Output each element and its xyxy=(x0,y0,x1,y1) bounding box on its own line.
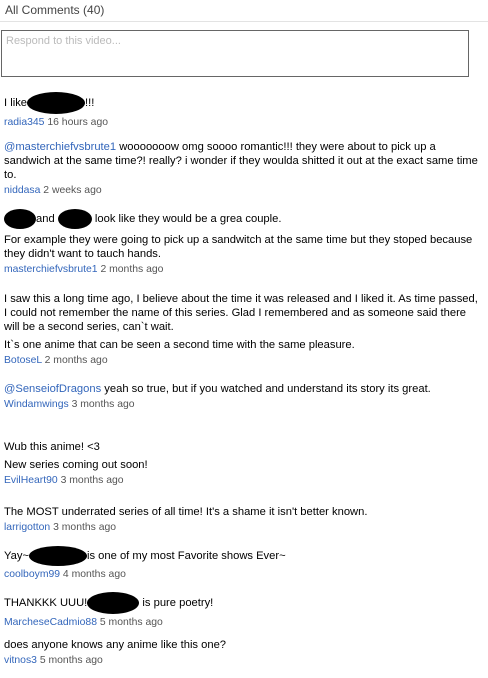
redaction-blot xyxy=(57,209,92,229)
comment-meta: larrigotton 3 months ago xyxy=(4,521,482,534)
comment-author-link[interactable]: BotoseL xyxy=(4,355,42,366)
comment: @SenseiofDragons yeah so true, but if yo… xyxy=(4,382,482,411)
comments-title: All Comments (40) xyxy=(5,3,105,17)
comment-time: 16 hours ago xyxy=(47,117,109,128)
comment-meta: BotoseL 2 months ago xyxy=(4,354,482,367)
comment-author-link[interactable]: vitnos3 xyxy=(4,655,37,666)
comment-time: 4 months ago xyxy=(62,569,126,580)
comment-author-link[interactable]: Windamwings xyxy=(4,399,69,410)
comment-author-link[interactable]: coolboym99 xyxy=(4,569,60,580)
redaction-blot xyxy=(28,546,87,566)
comment-meta: radia345 16 hours ago xyxy=(4,116,482,129)
comment-time: 5 months ago xyxy=(99,617,163,628)
comment: Yay~ is one of my most Favorite shows Eve… xyxy=(4,546,482,581)
comment-text: @masterchiefvsbrute1 wooooooow omg soooo… xyxy=(4,141,478,181)
comment-text: Wub this anime! <3 xyxy=(4,441,100,453)
comment-meta: EvilHeart90 3 months ago xyxy=(4,474,482,487)
respond-placeholder: Respond to this video... xyxy=(6,35,121,47)
comment-text: Yay~ is one of my most Favorite shows Eve… xyxy=(4,546,482,566)
comment-text: New series coming out soon! xyxy=(4,459,148,471)
comment-time: 3 months ago xyxy=(53,522,117,533)
comment-time: 2 months ago xyxy=(100,264,164,275)
redaction-blot xyxy=(4,209,36,229)
comment-meta: Windamwings 3 months ago xyxy=(4,398,482,411)
comment: The MOST underrated series of all time! … xyxy=(4,505,482,534)
comment: @masterchiefvsbrute1 wooooooow omg soooo… xyxy=(4,140,482,197)
comment-text: THANKKK UUU! is pure poetry! xyxy=(4,592,482,614)
respond-input[interactable]: Respond to this video... xyxy=(1,30,469,77)
comment-author-link[interactable]: EvilHeart90 xyxy=(4,475,58,486)
comment-text: It`s one anime that can be seen a second… xyxy=(4,339,355,351)
redaction-blot xyxy=(87,592,140,614)
comment-text: For example they were going to pick up a… xyxy=(4,234,473,260)
comment-text: @SenseiofDragons yeah so true, but if yo… xyxy=(4,383,431,395)
redaction-blot xyxy=(27,92,86,114)
comment-text: I like!!! xyxy=(4,92,482,114)
mention-link[interactable]: @masterchiefvsbrute1 xyxy=(4,141,116,153)
comment-meta: niddasa 2 weeks ago xyxy=(4,184,482,197)
comment-time: 5 months ago xyxy=(39,655,103,666)
comment-time: 3 months ago xyxy=(60,475,124,486)
comment-author-link[interactable]: niddasa xyxy=(4,185,40,196)
comment-time: 3 months ago xyxy=(71,399,135,410)
comment-text: I saw this a long time ago, I believe ab… xyxy=(4,293,478,333)
comment: does anyone knows any anime like this on… xyxy=(4,638,482,667)
comment: THANKKK UUU! is pure poetry! MarcheseCad… xyxy=(4,592,482,629)
comment-time: 2 weeks ago xyxy=(43,185,102,196)
comment-author-link[interactable]: larrigotton xyxy=(4,522,50,533)
comment-meta: MarcheseCadmio88 5 months ago xyxy=(4,616,482,629)
comment: and look like they would be a grea coupl… xyxy=(4,209,482,276)
comment-author-link[interactable]: radia345 xyxy=(4,117,44,128)
comment-text: does anyone knows any anime like this on… xyxy=(4,639,227,651)
comment: I like!!! radia345 16 hours ago xyxy=(4,92,482,129)
comment-author-link[interactable]: masterchiefvsbrute1 xyxy=(4,264,98,275)
comment-time: 2 months ago xyxy=(44,355,108,366)
comment-meta: coolboym99 4 months ago xyxy=(4,568,482,581)
comment-meta: vitnos3 5 months ago xyxy=(4,654,482,667)
mention-link[interactable]: @SenseiofDragons xyxy=(4,383,101,395)
comment-text: The MOST underrated series of all time! … xyxy=(4,506,368,518)
comments-header: All Comments (40) xyxy=(0,0,488,22)
comment: I saw this a long time ago, I believe ab… xyxy=(4,292,482,367)
comment: Wub this anime! <3 New series coming out… xyxy=(4,440,482,487)
comment-text: and look like they would be a grea coupl… xyxy=(4,209,482,229)
comment-author-link[interactable]: MarcheseCadmio88 xyxy=(4,617,97,628)
comment-meta: masterchiefvsbrute1 2 months ago xyxy=(4,263,482,276)
